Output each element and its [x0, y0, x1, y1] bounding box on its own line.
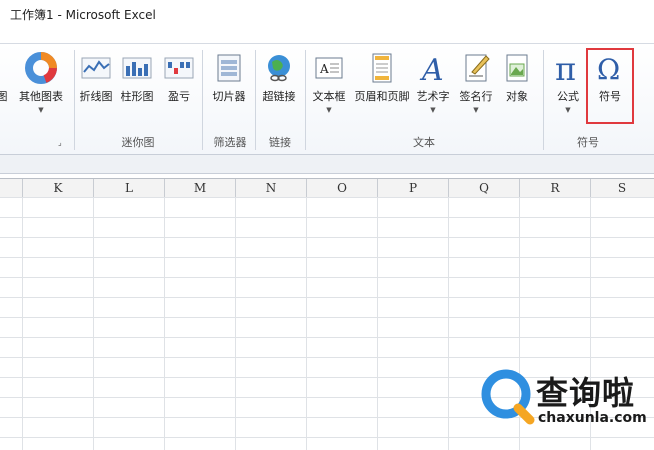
column-header-o[interactable]: O [307, 179, 378, 197]
sparkline-winloss-label: 盈亏 [168, 90, 190, 103]
chart-label: 图 [0, 90, 8, 103]
sparkline-winloss-button[interactable]: 盈亏 [162, 52, 196, 112]
globe-link-icon [268, 55, 290, 82]
signature-line-label: 签名行 [459, 90, 493, 103]
column-header-r[interactable]: R [520, 179, 591, 197]
header-footer-label: 页眉和页脚 [354, 90, 410, 103]
signature-pen-icon [465, 54, 490, 82]
sparkline-column-button[interactable]: 柱形图 [118, 52, 156, 112]
header-footer-button[interactable]: 页眉和页脚 [352, 52, 412, 112]
chevron-down-icon: ▼ [473, 106, 479, 114]
sparkline-column-label: 柱形图 [120, 90, 154, 103]
object-button[interactable]: 对象 [500, 52, 534, 112]
signature-line-button[interactable]: 签名行 ▼ [456, 52, 496, 114]
title-bar: 工作簿1 - Microsoft Excel [0, 0, 654, 28]
pi-icon: π [555, 52, 576, 84]
column-header-m[interactable]: M [165, 179, 236, 197]
object-icon [506, 54, 528, 82]
grid-line [93, 197, 94, 450]
grid-line [377, 197, 378, 450]
other-charts-label: 其他图表 [19, 90, 63, 103]
header-footer-icon [372, 53, 392, 83]
slicer-label: 切片器 [212, 90, 246, 103]
column-sparkline-icon [122, 57, 152, 79]
formula-bar[interactable] [0, 155, 654, 174]
group-divider [74, 50, 75, 150]
symbol-highlight-box [586, 48, 634, 124]
group-label-text: 文本 [413, 136, 435, 149]
line-sparkline-icon [81, 57, 111, 79]
grid-line [235, 197, 236, 450]
grid-line [164, 197, 165, 450]
grid-line [448, 197, 449, 450]
textbox-icon: A [315, 57, 343, 79]
watermark-logo-icon [481, 369, 535, 425]
column-header-l[interactable]: L [94, 179, 165, 197]
chevron-down-icon: ▼ [326, 106, 332, 114]
textbox-button[interactable]: A 文本框 ▼ [308, 52, 350, 114]
wordart-icon: A [419, 53, 444, 84]
chart-icon [0, 52, 14, 84]
svg-text:π: π [555, 52, 576, 84]
column-header-k[interactable]: K [23, 179, 94, 197]
other-charts-button[interactable]: 其他图表 ▼ [16, 52, 66, 114]
column-header-s[interactable]: S [591, 179, 653, 197]
svg-text:A: A [419, 53, 444, 84]
chevron-down-icon: ▼ [38, 106, 44, 114]
dialog-launcher-icon[interactable]: ⌟ [58, 138, 62, 147]
column-header-n[interactable]: N [236, 179, 307, 197]
window-title: 工作簿1 - Microsoft Excel [10, 8, 156, 22]
group-label-filter: 筛选器 [213, 136, 247, 149]
hyperlink-label: 超链接 [262, 90, 296, 103]
textbox-label: 文本框 [312, 90, 346, 103]
chevron-down-icon: ▼ [430, 106, 436, 114]
column-header-q[interactable]: Q [449, 179, 520, 197]
group-label-sparklines: 迷你图 [121, 136, 155, 149]
donut-chart-icon [25, 52, 57, 84]
group-label-links: 链接 [269, 136, 291, 149]
watermark: 查询啦 chaxunla.com [478, 366, 648, 430]
svg-text:A: A [319, 62, 329, 76]
group-divider [202, 50, 203, 150]
object-label: 对象 [506, 90, 528, 103]
chevron-down-icon: ▼ [565, 106, 571, 114]
wordart-button[interactable]: A 艺术字 ▼ [414, 52, 452, 114]
group-label-symbols: 符号 [577, 136, 599, 149]
watermark-text: 查询啦 [536, 374, 636, 412]
slicer-button[interactable]: 切片器 [208, 52, 250, 112]
hyperlink-button[interactable]: 超链接 [258, 52, 300, 112]
grid-line [306, 197, 307, 450]
grid-line [22, 197, 23, 450]
equation-button[interactable]: π 公式 ▼ [548, 52, 588, 114]
column-header-partial[interactable] [0, 179, 23, 197]
sparkline-line-button[interactable]: 折线图 [78, 52, 114, 112]
sparkline-line-label: 折线图 [79, 90, 113, 103]
column-header-row: K L M N O P Q R S [0, 178, 654, 198]
column-header-p[interactable]: P [378, 179, 449, 197]
equation-label: 公式 [557, 90, 579, 103]
chart-button[interactable]: 图 [0, 52, 14, 112]
wordart-label: 艺术字 [416, 90, 450, 103]
watermark-url: chaxunla.com [538, 410, 647, 426]
slicer-icon [217, 54, 241, 82]
winloss-sparkline-icon [164, 57, 194, 79]
